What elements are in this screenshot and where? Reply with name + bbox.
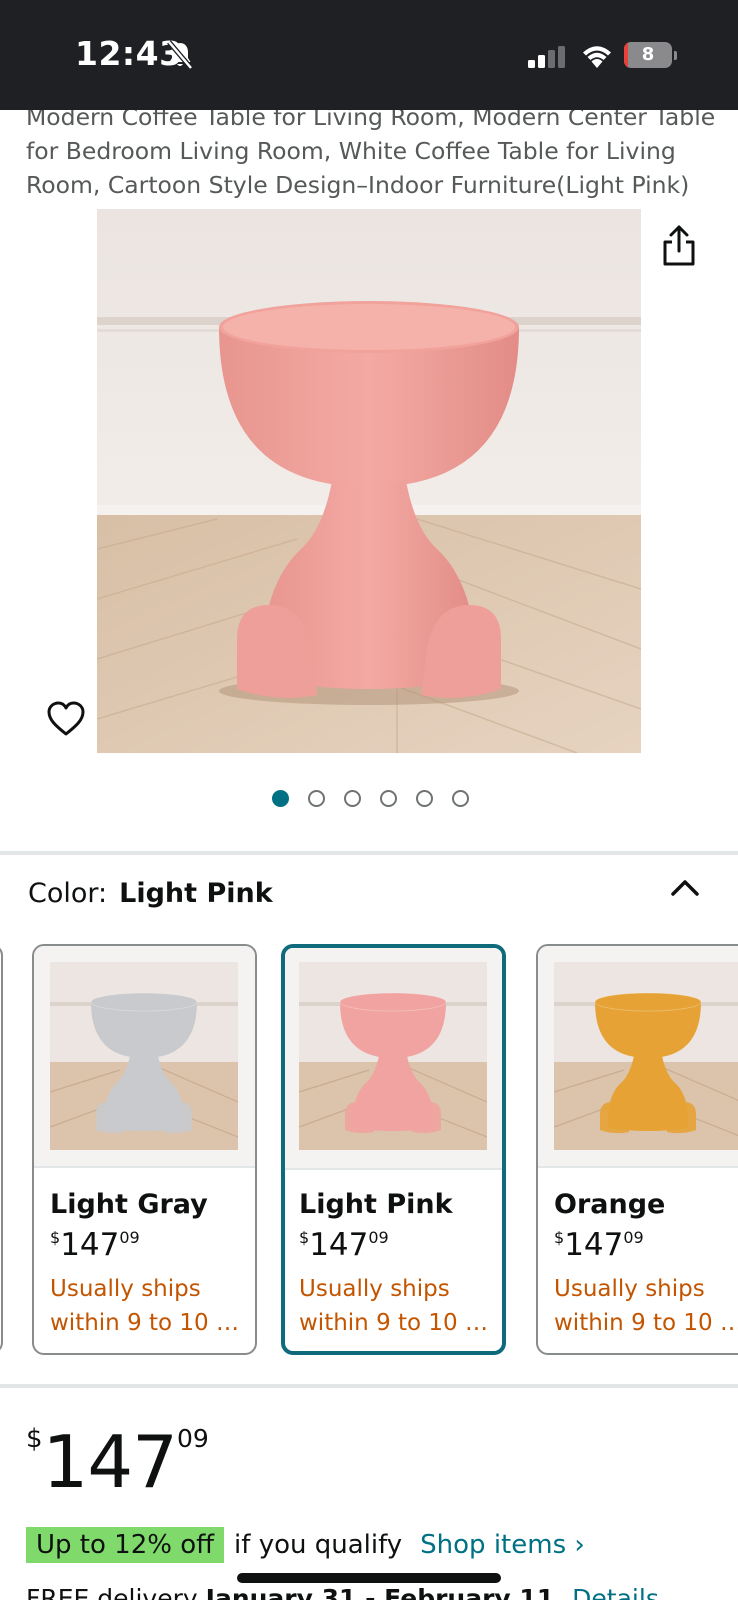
swatch-price-fraction: 09 (623, 1228, 644, 1247)
pagination-dot[interactable] (343, 790, 361, 807)
swatch-shipping-line1: Usually ships (554, 1276, 705, 1302)
delivery-info: FREE delivery January 31 - February 11 D… (26, 1584, 659, 1600)
divider (0, 851, 738, 855)
swatch-shipping: Usually ships within 9 to 10 days (299, 1272, 491, 1340)
swatch-shipping-line1: Usually ships (50, 1276, 201, 1302)
pagination-dot[interactable] (307, 790, 325, 807)
swatch-price-whole: 147 (564, 1227, 624, 1263)
selected-color: Light Pink (119, 878, 273, 909)
swatch-image (554, 962, 738, 1150)
status-bar: 12:43 8 (0, 0, 738, 110)
swatch-color-name: Light Pink (299, 1189, 453, 1220)
wifi-icon (583, 46, 611, 68)
share-icon[interactable] (660, 224, 698, 268)
swatch-price-currency: $ (50, 1228, 61, 1247)
swatch-price: $14709 (299, 1227, 389, 1263)
delivery-prefix: FREE delivery (26, 1584, 198, 1600)
deal-row: Up to 12% off if you qualify Shop items … (26, 1525, 585, 1565)
image-pagination[interactable] (0, 790, 738, 812)
pagination-dot[interactable] (271, 790, 289, 807)
swatch-color-name: Orange (554, 1189, 666, 1220)
delivery-dates: January 31 - February 11 (205, 1584, 555, 1600)
battery-level: 8 (641, 44, 655, 65)
swatch-price-whole: 147 (309, 1227, 369, 1263)
shop-items-link[interactable]: Shop items › (420, 1530, 585, 1560)
swatch-image-area (34, 946, 255, 1168)
swatch-price-fraction: 09 (368, 1228, 389, 1247)
product-image[interactable] (97, 209, 641, 753)
swatch-partial[interactable] (0, 944, 3, 1354)
battery-icon: 8 (624, 42, 677, 68)
product-title[interactable]: Modern Coffee Table for Living Room, Mod… (26, 100, 716, 202)
price: $14709 (26, 1420, 209, 1504)
pagination-dot[interactable] (451, 790, 469, 807)
swatch-shipping: Usually ships within 9 to 10 days (50, 1272, 242, 1340)
swatch-image (50, 962, 238, 1150)
delivery-details-link[interactable]: Details (572, 1584, 659, 1600)
color-label: Color: (28, 878, 108, 909)
swatch-image (299, 962, 487, 1150)
color-swatch[interactable]: Orange $14709 Usually ships within 9 to 10 … (536, 944, 738, 1355)
swatch-shipping-line1: Usually ships (299, 1276, 450, 1302)
swatch-price-whole: 147 (60, 1227, 120, 1263)
swatch-shipping: Usually ships within 9 to 10 days (554, 1272, 738, 1340)
home-indicator (237, 1573, 501, 1583)
swatch-shipping-line2: within 9 to 10 days (554, 1310, 738, 1336)
chevron-up-icon[interactable] (668, 876, 702, 900)
swatch-shipping-line2: within 9 to 10 days (299, 1310, 491, 1336)
swatch-image-area (285, 948, 502, 1170)
swatch-price: $14709 (554, 1227, 644, 1263)
swatch-price-fraction: 09 (119, 1228, 140, 1247)
swatch-image-area (538, 946, 738, 1168)
pagination-dot[interactable] (415, 790, 433, 807)
swatch-price: $14709 (50, 1227, 140, 1263)
deal-badge: Up to 12% off (26, 1527, 225, 1563)
swatch-price-currency: $ (299, 1228, 310, 1247)
price-whole: 147 (42, 1420, 178, 1504)
color-selector-label: Color: Light Pink (28, 878, 273, 909)
price-fraction: 09 (176, 1424, 209, 1453)
bell-muted-icon (167, 40, 193, 70)
price-currency: $ (26, 1424, 43, 1454)
cellular-signal-icon (528, 46, 565, 68)
swatch-shipping-line2: within 9 to 10 days (50, 1310, 242, 1336)
deal-text: if you qualify (234, 1530, 403, 1560)
pagination-dot[interactable] (379, 790, 397, 807)
color-swatch[interactable]: Light Gray $14709 Usually ships within 9 to… (32, 944, 257, 1355)
color-swatch[interactable]: Light Pink $14709 Usually ships within 9 to… (281, 944, 506, 1355)
heart-icon[interactable] (46, 700, 86, 738)
swatch-color-name: Light Gray (50, 1189, 208, 1220)
swatch-price-currency: $ (554, 1228, 565, 1247)
divider (0, 1384, 738, 1388)
